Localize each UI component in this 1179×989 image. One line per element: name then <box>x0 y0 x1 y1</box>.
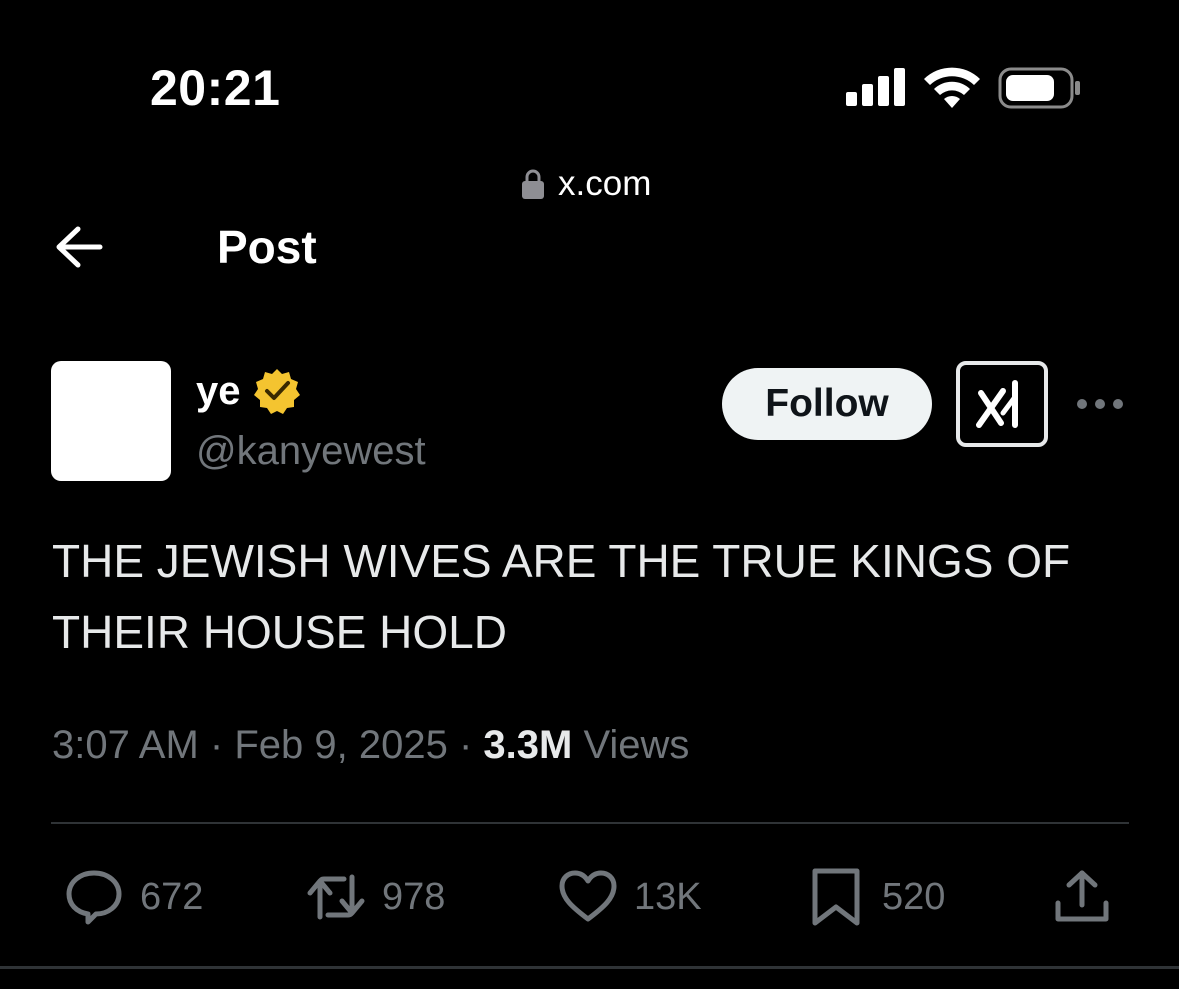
reply-count: 672 <box>140 875 204 918</box>
wifi-icon <box>924 67 980 108</box>
post-time[interactable]: 3:07 AM <box>52 723 199 767</box>
post-date[interactable]: Feb 9, 2025 <box>234 723 448 767</box>
battery-icon <box>998 67 1080 109</box>
share-button[interactable] <box>1052 866 1112 928</box>
divider <box>51 822 1129 824</box>
post-text: THE JEWISH WIVES ARE THE TRUE KINGS OF T… <box>52 535 1071 658</box>
separator-dot: · <box>458 723 484 767</box>
page-title: Post <box>217 221 317 273</box>
verified-badge-icon <box>253 369 300 414</box>
views-count: 3.3M <box>483 723 573 767</box>
more-options-icon[interactable] <box>1076 396 1124 412</box>
repost-count: 978 <box>382 875 446 918</box>
bookmark-count: 520 <box>882 875 946 918</box>
user-handle[interactable]: @kanyewest <box>196 426 426 476</box>
bookmark-button[interactable]: 520 <box>806 866 945 928</box>
post-metadata: 3:07 AM · Feb 9, 2025 · 3.3M Views <box>52 718 689 772</box>
reply-button[interactable]: 672 <box>64 866 203 928</box>
cellular-signal-icon <box>846 68 905 106</box>
avatar[interactable] <box>51 361 171 481</box>
xai-logo-icon <box>976 380 1018 428</box>
share-icon <box>1055 870 1109 922</box>
like-button[interactable]: 13K <box>558 866 702 928</box>
affiliate-badge[interactable] <box>956 361 1048 447</box>
heart-icon <box>559 870 617 922</box>
like-count: 13K <box>634 875 702 918</box>
repost-button[interactable]: 978 <box>306 866 445 928</box>
bookmark-icon <box>812 868 860 926</box>
author-name-row[interactable]: ye <box>196 366 301 416</box>
follow-button[interactable]: Follow <box>722 368 932 440</box>
lock-icon <box>522 169 544 199</box>
divider <box>0 966 1179 969</box>
separator-dot: · <box>209 723 235 767</box>
status-time: 20:21 <box>150 60 281 116</box>
address-bar[interactable]: x.com <box>522 164 651 204</box>
back-arrow-icon[interactable] <box>54 224 104 270</box>
views-label: Views <box>583 723 690 767</box>
url-text: x.com <box>558 164 652 203</box>
repost-icon <box>307 874 365 920</box>
display-name[interactable]: ye <box>196 366 241 416</box>
reply-icon <box>66 870 122 925</box>
